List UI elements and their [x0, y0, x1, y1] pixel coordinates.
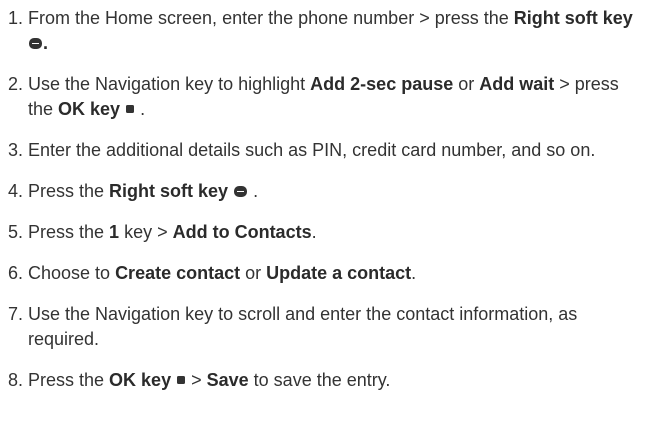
step-number: 6. [8, 263, 24, 283]
ok-key-icon [126, 105, 135, 114]
step-text-fragment: Press the [28, 222, 110, 242]
step-text-fragment: Choose to [28, 263, 116, 283]
instruction-steps-list: 1. From the Home screen, enter the phone … [0, 0, 648, 393]
step-text: Use the Navigation key to scroll and ent… [28, 302, 648, 352]
step-item: 6. Choose to Create contact or Update a c… [8, 261, 648, 286]
step-item: 1. From the Home screen, enter the phone … [8, 6, 648, 56]
step-text-fragment: Enter the additional details such as PIN… [28, 140, 596, 160]
bold-key-term: Add 2-sec pause [310, 74, 454, 94]
bold-key-term: Right soft key [513, 8, 633, 28]
bold-key-term: . [43, 33, 49, 53]
step-text-fragment: Press the [28, 370, 110, 390]
step-text: Press the 1 key > Add to Contacts. [28, 220, 648, 245]
bold-key-term: Right soft key [109, 181, 229, 201]
step-text-fragment: or [453, 74, 480, 94]
step-item: 7. Use the Navigation key to scroll and e… [8, 302, 648, 352]
step-text-fragment [171, 370, 176, 390]
step-text: Enter the additional details such as PIN… [28, 138, 648, 163]
step-text-fragment: Use the Navigation key to scroll and ent… [28, 304, 578, 349]
step-text-fragment: . [311, 222, 317, 242]
bold-key-term: Add to Contacts [172, 222, 312, 242]
step-text-fragment: . [135, 99, 146, 119]
step-text-fragment [228, 181, 233, 201]
step-item: 5. Press the 1 key > Add to Contacts. [8, 220, 648, 245]
step-text-fragment: Press the [28, 181, 110, 201]
step-number: 8. [8, 370, 24, 390]
step-text: Press the OK key > Save to save the entr… [28, 368, 648, 393]
bold-key-term: Add wait [479, 74, 555, 94]
step-text-fragment: Use the Navigation key to highlight [28, 74, 311, 94]
bold-key-term: Save [206, 370, 249, 390]
bold-key-term: Create contact [115, 263, 241, 283]
step-text-fragment: key > [119, 222, 173, 242]
softkey-icon [29, 37, 42, 49]
step-item: 4. Press the Right soft key . [8, 179, 648, 204]
step-text-fragment: to save the entry. [248, 370, 391, 390]
softkey-icon [234, 185, 248, 197]
step-text-fragment: or [240, 263, 267, 283]
step-number: 4. [8, 181, 24, 201]
step-text-fragment: . [411, 263, 417, 283]
step-number: 3. [8, 140, 24, 160]
step-number: 1. [8, 8, 24, 28]
step-text-fragment [120, 99, 125, 119]
step-text: Choose to Create contact or Update a con… [28, 261, 648, 286]
bold-key-term: 1 [109, 222, 120, 242]
step-number: 2. [8, 74, 24, 94]
step-text: Press the Right soft key . [28, 179, 648, 204]
step-text: From the Home screen, enter the phone nu… [28, 6, 648, 56]
step-item: 2. Use the Navigation key to highlight Ad… [8, 72, 648, 122]
step-text: Use the Navigation key to highlight Add … [28, 72, 648, 122]
step-text-fragment: . [248, 181, 259, 201]
ok-key-icon [177, 376, 186, 385]
step-number: 7. [8, 304, 24, 324]
bold-key-term: Update a contact [266, 263, 412, 283]
step-item: 3. Enter the additional details such as P… [8, 138, 648, 163]
bold-key-term: OK key [109, 370, 172, 390]
step-item: 8. Press the OK key > Save to save the en… [8, 368, 648, 393]
step-number: 5. [8, 222, 24, 242]
step-text-fragment: > [186, 370, 207, 390]
step-text-fragment: From the Home screen, enter the phone nu… [28, 8, 514, 28]
bold-key-term: OK key [58, 99, 121, 119]
